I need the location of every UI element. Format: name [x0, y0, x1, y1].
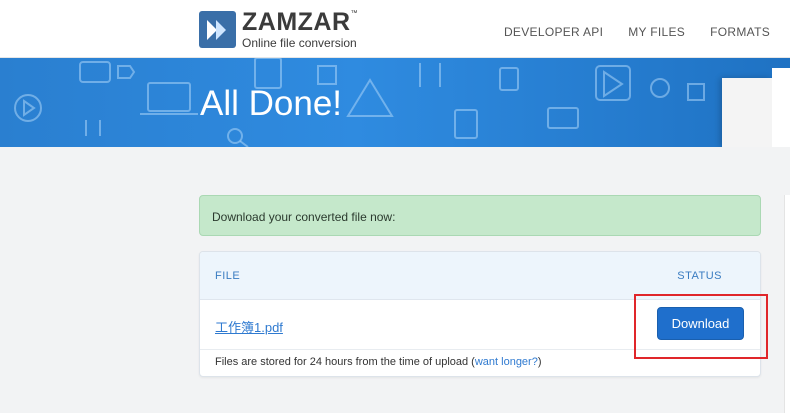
hero-banner: All Done!: [0, 58, 790, 147]
files-table-header: FILE STATUS: [200, 252, 760, 300]
want-longer-link[interactable]: want longer?: [475, 356, 538, 368]
brand-name: ZAMZAR: [242, 8, 351, 36]
brand-tagline: Online file conversion: [242, 36, 357, 50]
storage-note-text: Files are stored for 24 hours from the t…: [215, 356, 475, 368]
side-panel-edge: [784, 195, 790, 413]
top-bar: ZAMZAR™ Online file conversion DEVELOPER…: [0, 0, 790, 58]
main-nav: DEVELOPER API MY FILES FORMATS: [504, 25, 770, 39]
zamzar-logo[interactable]: ZAMZAR™ Online file conversion: [199, 10, 358, 49]
nav-my-files[interactable]: MY FILES: [628, 25, 685, 39]
trademark-symbol: ™: [350, 10, 359, 17]
decorative-document: [722, 78, 772, 147]
storage-note-close: ): [537, 356, 542, 368]
zamzar-logo-icon: [199, 11, 236, 48]
file-name-link[interactable]: 工作簿1.pdf: [215, 317, 283, 336]
storage-note: Files are stored for 24 hours from the t…: [215, 356, 542, 368]
column-header-file: FILE: [215, 270, 241, 282]
annotation-highlight-box: [634, 294, 768, 359]
success-alert: Download your converted file now:: [199, 195, 761, 236]
nav-developer-api[interactable]: DEVELOPER API: [504, 25, 603, 39]
decorative-file-icons: [14, 58, 705, 147]
nav-formats[interactable]: FORMATS: [710, 25, 770, 39]
page-title: All Done!: [200, 84, 343, 123]
decorative-document-edge: [772, 68, 790, 147]
column-header-status: STATUS: [677, 270, 722, 282]
